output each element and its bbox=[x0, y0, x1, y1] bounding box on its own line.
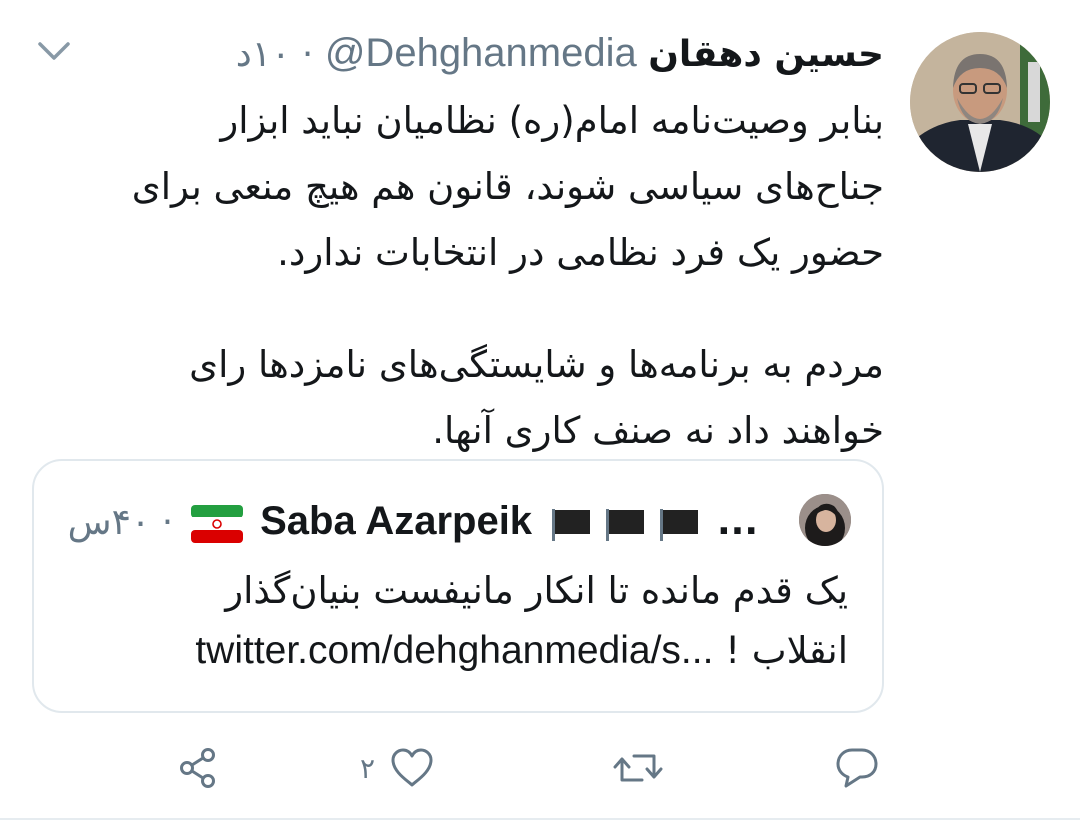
tweet-line-4: مردم به برنامه‌ها و شایستگی‌های نامزدها … bbox=[189, 343, 884, 386]
reply-button[interactable] bbox=[834, 738, 894, 798]
quoted-text: یک قدم مانده تا انکار مانیفست بنیان‌گذار… bbox=[58, 561, 848, 681]
retweet-button[interactable] bbox=[612, 738, 678, 798]
tweet-line-1: بنابر وصیت‌نامه امام(ره) نظامیان نباید ا… bbox=[220, 99, 884, 142]
quoted-avatar[interactable] bbox=[799, 494, 851, 546]
like-icon bbox=[391, 748, 433, 787]
quoted-avatar-portrait-icon bbox=[799, 494, 851, 546]
quoted-author-name[interactable]: Saba Azarpeik bbox=[260, 499, 532, 543]
like-count: ۲ bbox=[360, 751, 376, 785]
quoted-line-1: یک قدم مانده تا انکار مانیفست بنیان‌گذار bbox=[225, 569, 848, 612]
retweet-icon bbox=[613, 754, 663, 782]
quoted-link[interactable]: twitter.com/dehghanmedia/s... bbox=[195, 629, 713, 672]
tweet-actions: ۲ bbox=[0, 738, 1080, 798]
author-name[interactable]: حسین دهقان bbox=[648, 34, 884, 75]
bottom-divider bbox=[0, 818, 1080, 820]
black-flag-icon bbox=[605, 509, 644, 541]
separator-dot: · bbox=[301, 34, 314, 75]
name-ellipsis: ... bbox=[716, 502, 758, 543]
quoted-tweet[interactable]: ... Saba Azarpeik · ۴۰س یک قدم مانده تا … bbox=[32, 459, 884, 713]
tweet-line-5: خواهند داد نه صنف کاری آنها. bbox=[432, 409, 884, 452]
black-flag-icon bbox=[551, 509, 590, 541]
quoted-header: ... Saba Azarpeik · ۴۰س bbox=[68, 495, 758, 549]
like-button[interactable]: ۲ bbox=[360, 738, 435, 798]
share-button[interactable] bbox=[178, 738, 236, 798]
tweet-header: حسین دهقان @Dehghanmedia · ۱۰د bbox=[236, 28, 884, 80]
share-icon bbox=[180, 748, 215, 788]
tweet-line-2: جناح‌های سیاسی شوند، قانون هم هیچ منعی ب… bbox=[131, 165, 884, 208]
tweet-body: بنابر وصیت‌نامه امام(ره) نظامیان نباید ا… bbox=[54, 88, 884, 464]
author-handle[interactable]: @Dehghanmedia bbox=[325, 31, 637, 75]
reply-icon bbox=[836, 748, 878, 788]
tweet-line-3: حضور یک فرد نظامی در انتخابات ندارد. bbox=[277, 231, 884, 274]
quoted-line-2-word: انقلاب ! bbox=[725, 629, 848, 672]
separator-dot: · bbox=[161, 502, 174, 543]
quoted-time[interactable]: ۴۰س bbox=[68, 502, 151, 543]
tweet-time[interactable]: ۱۰د bbox=[236, 34, 291, 75]
black-flag-icon bbox=[659, 509, 698, 541]
quoted-line-2: انقلاب ! twitter.com/dehghanmedia/s... bbox=[58, 621, 848, 681]
iran-flag-icon bbox=[190, 505, 243, 543]
tweet: حسین دهقان @Dehghanmedia · ۱۰د بنابر وصی… bbox=[0, 0, 1080, 821]
avatar-portrait-icon bbox=[910, 32, 1050, 172]
avatar[interactable] bbox=[910, 32, 1050, 172]
chevron-down-icon[interactable] bbox=[34, 36, 74, 66]
